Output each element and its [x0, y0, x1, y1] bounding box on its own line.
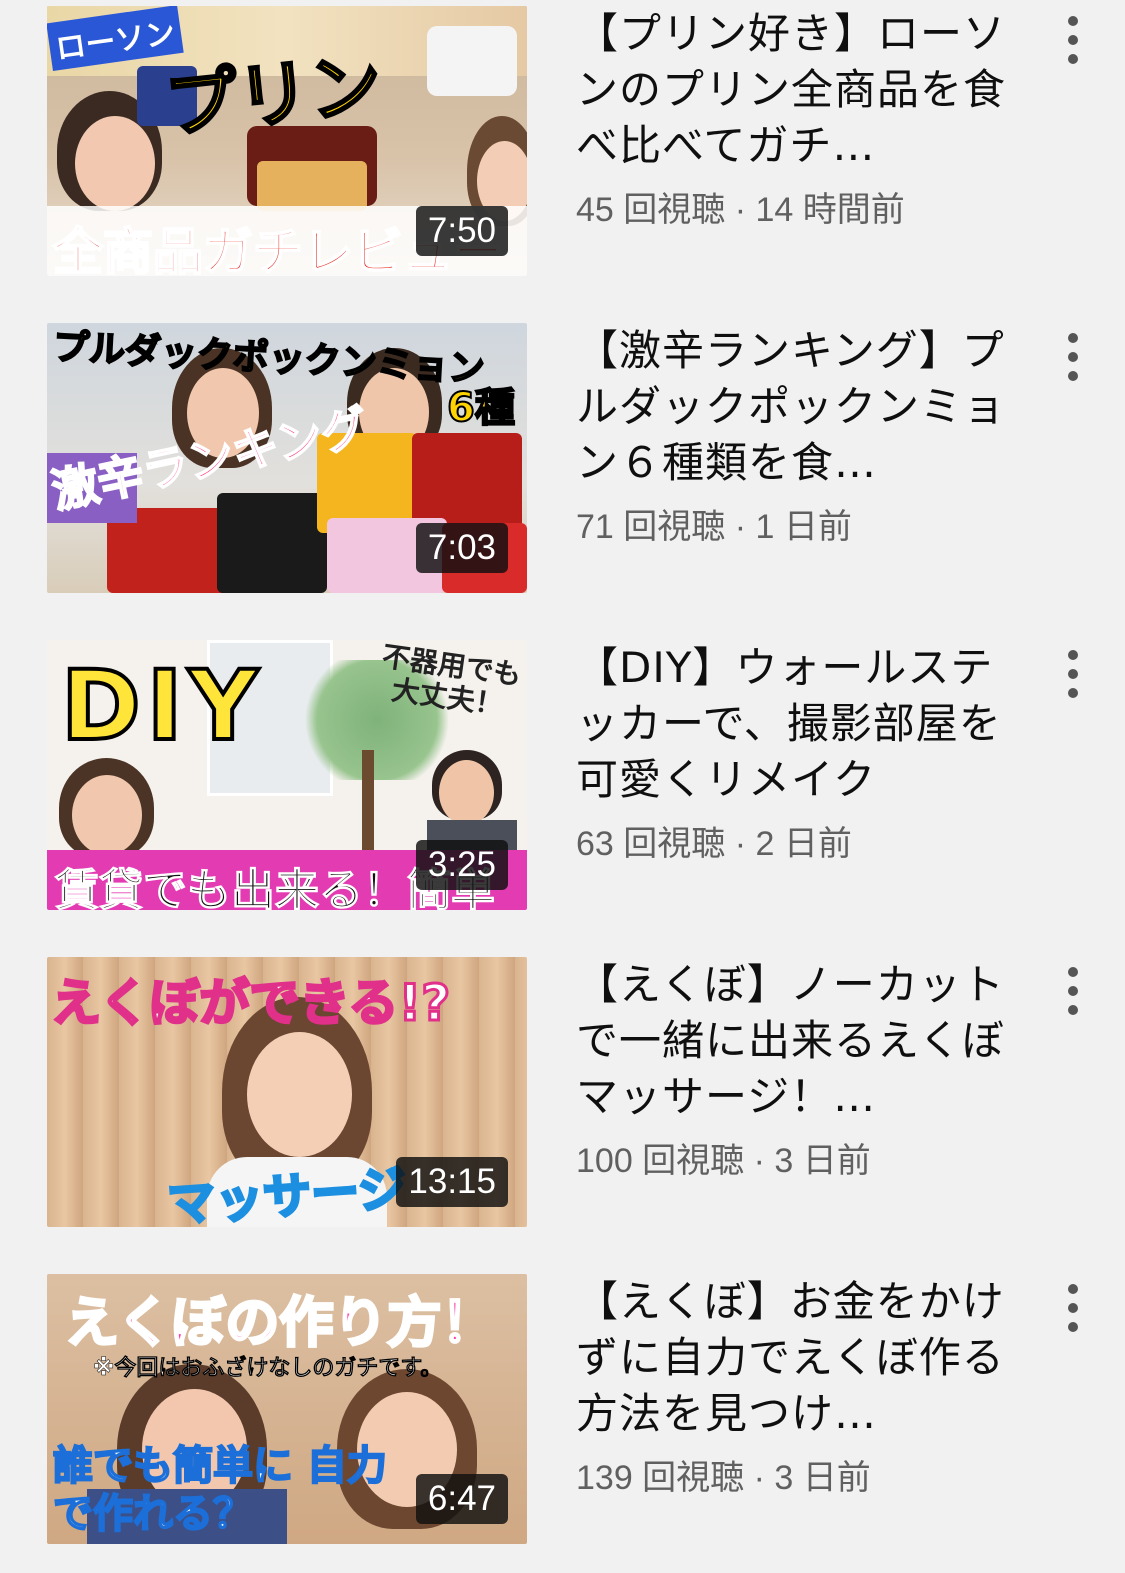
video-thumbnail[interactable]: えくぼができる!? マッサージ 13:15 — [47, 957, 527, 1227]
video-meta: 139 回視聴 · 3 日前 — [576, 1459, 871, 1497]
thumbnail-text-bottom: 誰でも簡単に 自力で作れる？ — [52, 1442, 388, 1538]
thumbnail-text-top: えくぼができる!? — [49, 973, 451, 1034]
video-duration: 7:03 — [415, 523, 508, 573]
thumbnail-text-top: えくぼの作り方！ — [63, 1290, 496, 1356]
video-item[interactable]: DIY 不器用でも大丈夫！ 賃貸でも出来る！簡単 3:25 【DIY】ウォールス… — [0, 640, 1125, 912]
video-thumbnail[interactable]: えくぼの作り方！ ※今回はおふざけなしのガチです。 誰でも簡単に 自力で作れる？… — [47, 1274, 527, 1544]
video-meta: 71 回視聴 · 1 日前 — [576, 508, 852, 546]
video-thumbnail[interactable]: DIY 不器用でも大丈夫！ 賃貸でも出来る！簡単 3:25 — [47, 640, 527, 910]
more-vert-icon[interactable] — [1055, 1284, 1091, 1332]
video-title[interactable]: 【激辛ランキング】プルダックポックンミョン６種類を食… — [576, 323, 1016, 491]
video-item[interactable]: ローソン プリン 全商品ガチレビュー 7:50 【プリン好き】ローソンのプリン全… — [0, 6, 1125, 278]
video-item[interactable]: プルダックポックンミョン 激辛ランキング 6種 7:03 【激辛ランキング】プル… — [0, 323, 1125, 595]
video-meta: 63 回視聴 · 2 日前 — [576, 825, 852, 863]
more-vert-icon[interactable] — [1055, 333, 1091, 381]
thumbnail-text-top: DIY — [59, 648, 264, 764]
video-title[interactable]: 【DIY】ウォールステッカーで、撮影部屋を可愛くリメイク — [576, 640, 1016, 808]
video-item[interactable]: えくぼの作り方！ ※今回はおふざけなしのガチです。 誰でも簡単に 自力で作れる？… — [0, 1274, 1125, 1546]
more-vert-icon[interactable] — [1055, 650, 1091, 698]
video-title[interactable]: 【えくぼ】ノーカットで一緒に出来るえくぼマッサージ！… — [576, 957, 1016, 1125]
video-meta: 45 回視聴 · 14 時間前 — [576, 191, 905, 229]
video-duration: 13:15 — [396, 1157, 508, 1207]
video-thumbnail[interactable]: プルダックポックンミョン 激辛ランキング 6種 7:03 — [47, 323, 527, 593]
video-item[interactable]: えくぼができる!? マッサージ 13:15 【えくぼ】ノーカットで一緒に出来るえ… — [0, 957, 1125, 1229]
video-meta: 100 回視聴 · 3 日前 — [576, 1142, 871, 1180]
more-vert-icon[interactable] — [1055, 967, 1091, 1015]
thumbnail-text-main: ※今回はおふざけなしのガチです。 — [93, 1356, 443, 1382]
thumbnail-text-main: プリン — [160, 40, 387, 149]
video-duration: 6:47 — [415, 1474, 508, 1524]
video-title[interactable]: 【プリン好き】ローソンのプリン全商品を食べ比べてガチ… — [576, 6, 1016, 174]
thumbnail-text-bottom: 6種 — [446, 384, 516, 432]
video-title[interactable]: 【えくぼ】お金をかけずに自力でえくぼ作る方法を見つけ… — [576, 1274, 1016, 1442]
video-duration: 7:50 — [415, 206, 508, 256]
video-duration: 3:25 — [415, 840, 508, 890]
video-thumbnail[interactable]: ローソン プリン 全商品ガチレビュー 7:50 — [47, 6, 527, 276]
more-vert-icon[interactable] — [1055, 16, 1091, 64]
